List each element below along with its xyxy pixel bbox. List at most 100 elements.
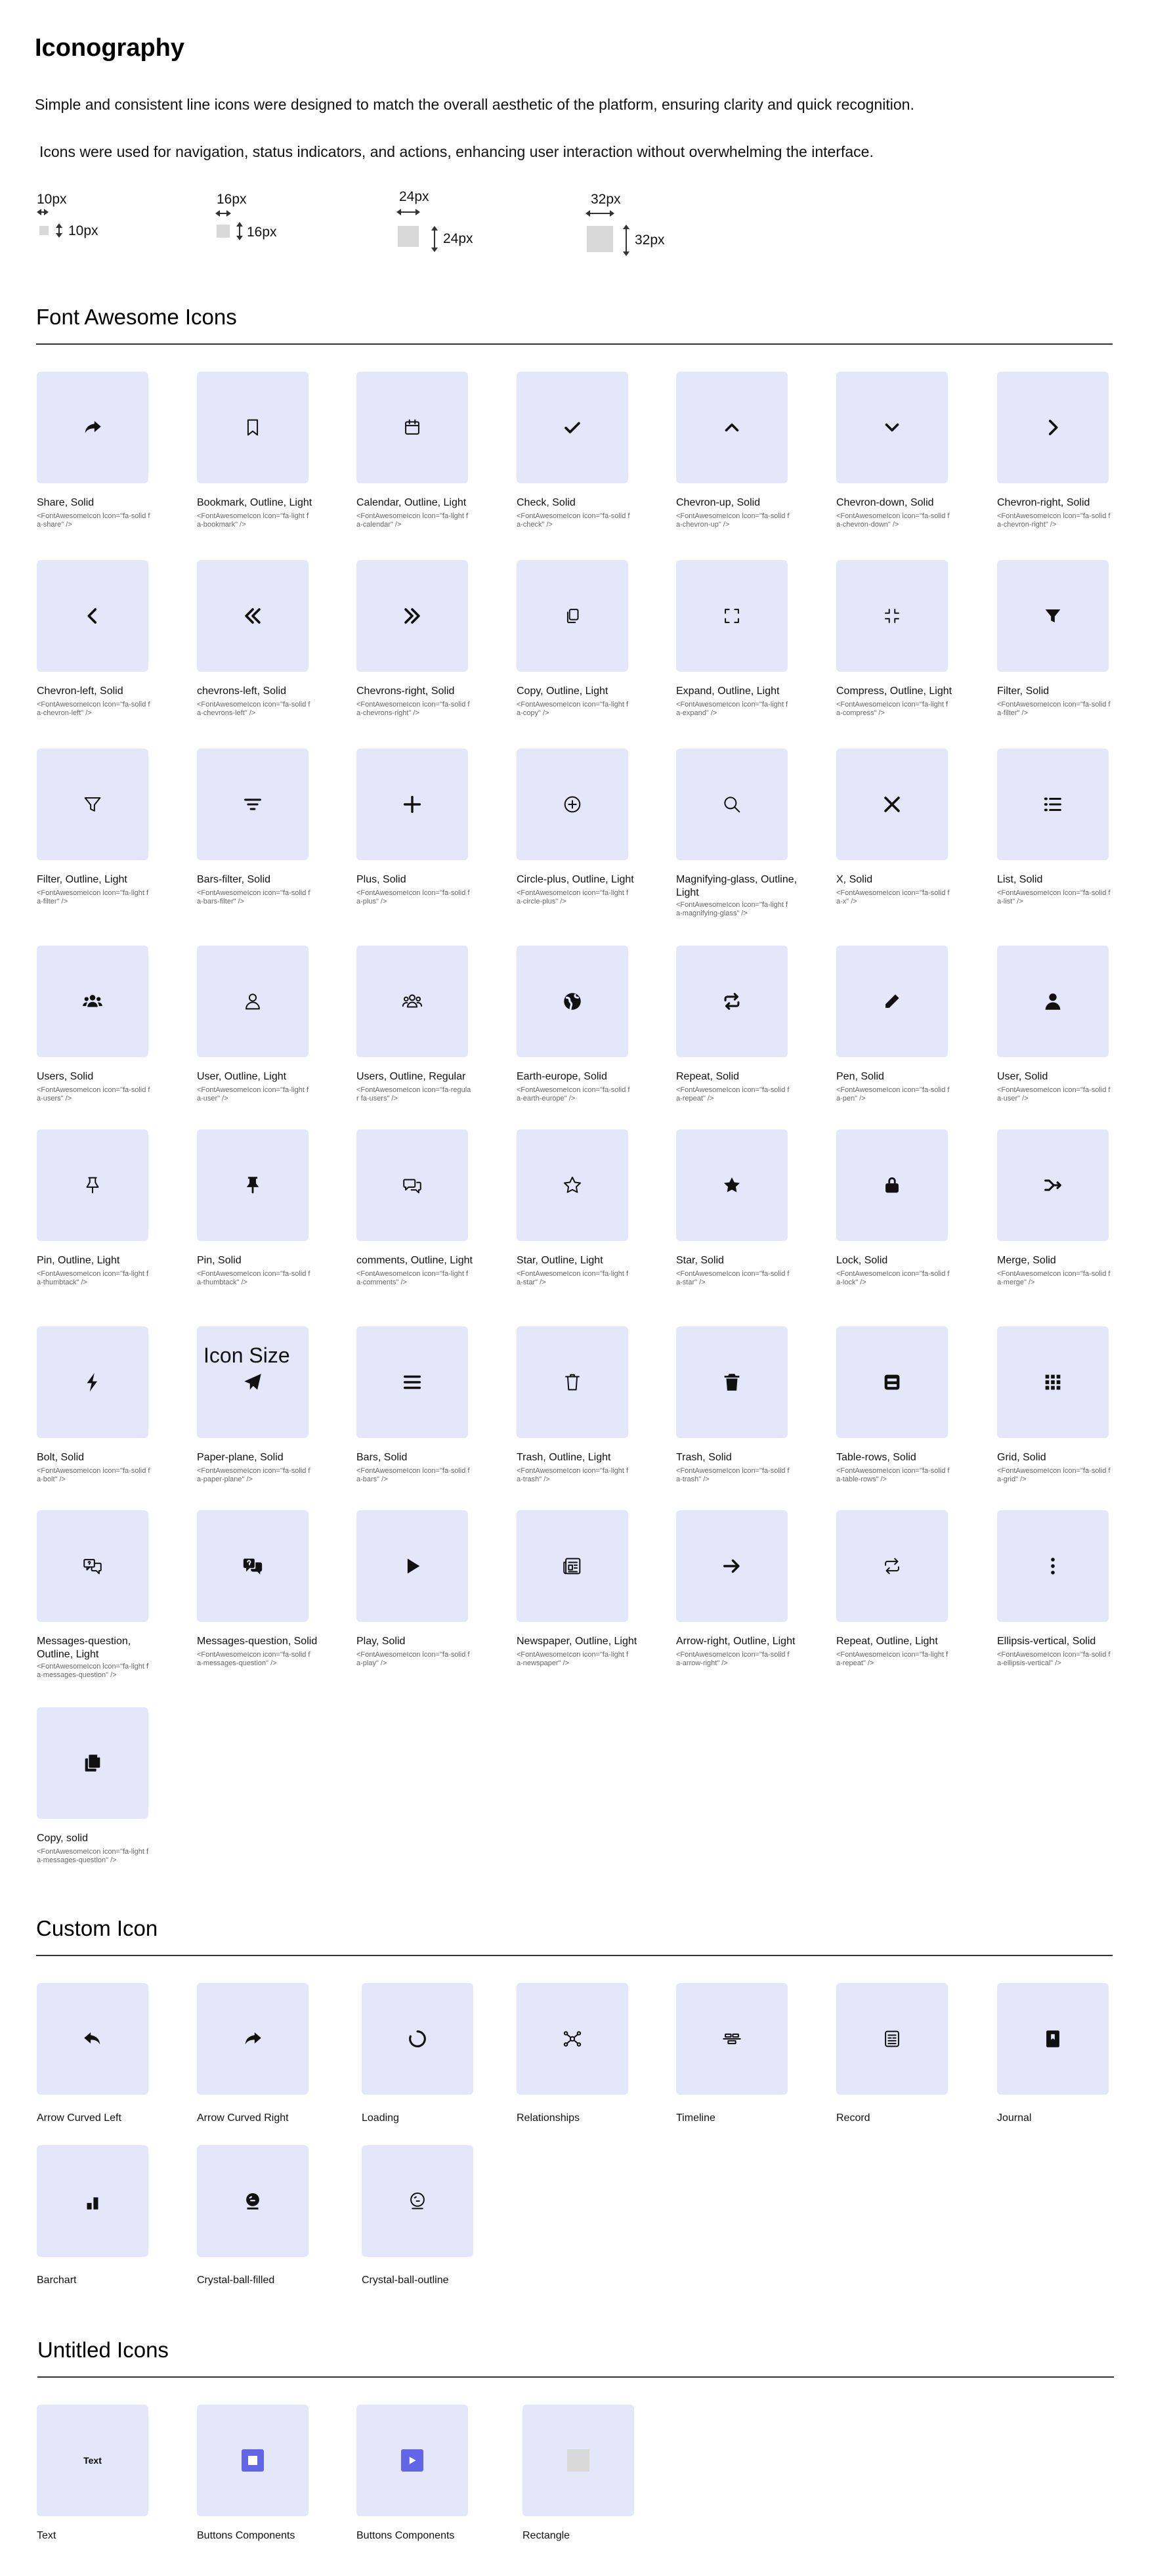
icon-label: Pin, Outline, Light [37,1255,120,1266]
custom-icon-tile [517,1983,628,2095]
chevron-down-icon [881,416,903,439]
custom-icon-tile [362,2145,473,2257]
icon-code-snippet: <FontAwesomeIcon icon="fa-solid fa-play"… [356,1651,470,1667]
icon-label: Filter, Solid [997,686,1050,697]
icon-tile [197,1510,309,1622]
copy-icon [561,605,584,627]
icon-label: Table-rows, Solid [836,1452,916,1463]
icon-label: Messages-question, Outline, Light [37,1636,131,1660]
play-icon [401,1555,423,1577]
size-16-height-arrow [236,222,243,240]
custom-icon-label: Crystal-ball-filled [197,2275,275,2286]
crystal-ball-filled-icon [242,2190,264,2212]
icon-code-snippet: <FontAwesomeIcon icon="fa-solid fa-ellip… [997,1651,1111,1667]
icon-tile [836,1510,948,1622]
icon-tile [836,1129,948,1241]
icon-code-snippet: <FontAwesomeIcon icon="fa-light fa-compr… [836,701,948,717]
icon-label: Filter, Outline, Light [37,874,127,885]
size-10-label: 10px [37,192,67,207]
icon-code-snippet: <FontAwesomeIcon icon="fa-light fa-bookm… [197,512,309,529]
icon-label: Messages-question, Solid [197,1636,318,1647]
icon-tile [37,749,148,860]
icon-label: Bookmark, Outline, Light [197,497,312,508]
custom-icon-label: Relationships [517,2112,580,2124]
arrow-right-icon [721,1555,743,1577]
barchart-icon [81,2190,104,2212]
icon-label: Trash, Outline, Light [517,1452,611,1463]
expand-icon [721,605,743,627]
icon-label: comments, Outline, Light [356,1255,473,1266]
icon-tile [37,1510,148,1622]
size-10-height-arrow [56,223,62,238]
custom-icon-tile [997,1983,1109,2095]
icon-code-snippet: <FontAwesomeIcon icon="fa-solid fa-user"… [997,1086,1111,1102]
icon-code-snippet: <FontAwesomeIcon icon="fa-solid fa-arrow… [676,1651,790,1667]
size-16-side-label: 16px [247,225,277,240]
custom-icon-label: Barchart [37,2275,77,2286]
size-24-box [398,226,419,247]
x-icon [881,793,903,816]
icon-tile [517,1129,628,1241]
custom-icon-label: Timeline [676,2112,715,2124]
font-awesome-section-title: Font Awesome Icons [36,305,237,329]
plus-icon [401,793,423,816]
icon-tile [676,372,788,483]
icon-tile [676,1326,788,1438]
stop-button-sample[interactable] [242,2449,264,2472]
circle-plus-icon [561,793,584,816]
chevron-left-icon [81,605,104,627]
icon-code-snippet: <FontAwesomeIcon icon="fa-light fa-comme… [356,1270,469,1286]
page-title: Iconography [35,34,185,62]
icon-label: Chevron-up, Solid [676,497,761,508]
ellipsis-vertical-icon [1042,1555,1064,1577]
icon-code-snippet: <FontAwesomeIcon icon="fa-light fa-user"… [197,1086,309,1102]
icon-tile [356,749,468,860]
icon-code-snippet: <FontAwesomeIcon icon="fa-solid fa-chevr… [676,512,790,529]
icon-code-snippet: <FontAwesomeIcon icon="fa-solid fa-grid"… [997,1467,1111,1483]
custom-icon-label: Loading [362,2112,399,2124]
icon-label: Copy, Outline, Light [517,686,608,697]
icon-tile [197,749,309,860]
icon-code-snippet: <FontAwesomeIcon icon="fa-solid fa-star"… [676,1270,790,1286]
icon-code-snippet: <FontAwesomeIcon icon="fa-solid fa-list"… [997,889,1111,906]
icon-label: Arrow-right, Outline, Light [676,1636,796,1647]
user-outline-icon [242,990,264,1013]
size-24-height-arrow [431,226,438,252]
icon-code-snippet: <FontAwesomeIcon icon="fa-solid fa-earth… [517,1086,630,1102]
icon-label: Paper-plane, Solid [197,1452,284,1463]
icon-code-snippet: <FontAwesomeIcon icon="fa-light fa-expan… [676,701,788,717]
untitled-icons-divider [37,2376,1114,2378]
icon-code-snippet: <FontAwesomeIcon icon="fa-light fa-thumb… [37,1270,149,1286]
untitled-icon-label: Rectangle [522,2530,570,2541]
icon-label: Magnifying-glass, Outline, Light [676,874,798,898]
icon-code-snippet: <FontAwesomeIcon icon="fa-solid fa-x" /> [836,889,950,906]
icon-code-snippet: <FontAwesomeIcon icon="fa-solid fa-bars"… [356,1467,470,1483]
record-icon [881,2028,903,2050]
size-32-height-arrow [623,225,629,256]
icon-tile [197,372,309,483]
copy-solid-icon [81,1752,104,1774]
icon-label: User, Outline, Light [197,1071,287,1082]
chevron-right-icon [1042,416,1064,439]
font-awesome-divider [36,343,1113,345]
users-icon [81,990,104,1013]
icon-label: Play, Solid [356,1636,406,1647]
icon-tile [836,1326,948,1438]
merge-icon [1042,1174,1064,1196]
icon-code-snippet: <FontAwesomeIcon icon="fa-solid fa-thumb… [197,1270,310,1286]
relationships-icon [561,2028,584,2050]
icon-label: Earth-europe, Solid [517,1071,607,1082]
icon-code-snippet: <FontAwesomeIcon icon="fa-solid fa-messa… [197,1651,310,1667]
icon-label: Expand, Outline, Light [676,686,780,697]
icon-label: User, Solid [997,1071,1048,1082]
custom-icon-tile [37,2145,148,2257]
custom-icon-section-title: Custom Icon [36,1916,158,1940]
play-button-sample[interactable] [401,2449,423,2472]
icon-label: Copy, solid [37,1833,88,1844]
icon-tile [37,560,148,672]
icon-label: Trash, Solid [676,1452,732,1463]
icon-code-snippet: <FontAwesomeIcon icon="fa-solid fa-repea… [676,1086,790,1102]
grid-icon [1042,1371,1064,1393]
icon-code-snippet: <FontAwesomeIcon icon="fa-solid fa-paper… [197,1467,310,1483]
icon-tile [517,749,628,860]
